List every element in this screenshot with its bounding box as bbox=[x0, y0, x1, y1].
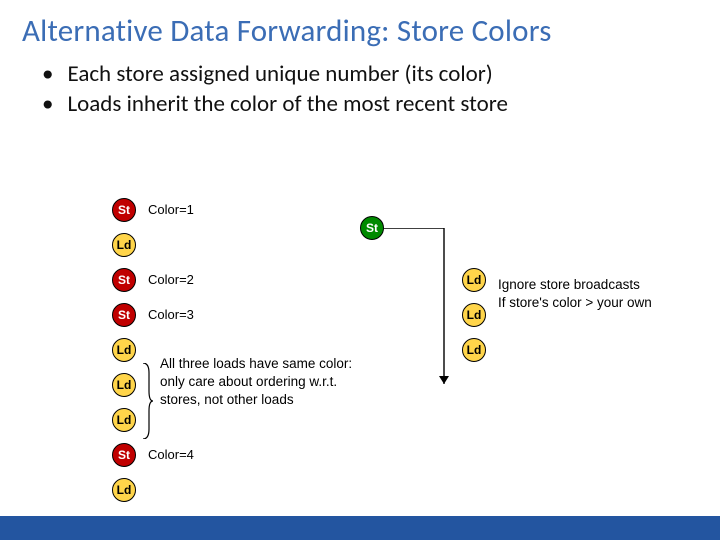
load-node: Ld bbox=[462, 303, 486, 327]
diagram-area: St Color=1 Ld St Color=2 St Color=3 Ld L… bbox=[0, 180, 720, 510]
bullet-item: Loads inherit the color of the most rece… bbox=[42, 90, 720, 118]
load-node: Ld bbox=[112, 338, 136, 362]
load-node: Ld bbox=[112, 408, 136, 432]
right-note: Ignore store broadcastsIf store's color … bbox=[498, 276, 652, 312]
store-node: St bbox=[112, 198, 136, 222]
page-title: Alternative Data Forwarding: Store Color… bbox=[0, 0, 720, 58]
load-node: Ld bbox=[112, 478, 136, 502]
store-node-green: St bbox=[360, 216, 384, 240]
load-node: Ld bbox=[462, 268, 486, 292]
bullet-list: Each store assigned unique number (its c… bbox=[0, 60, 720, 118]
load-node: Ld bbox=[462, 338, 486, 362]
footer-bar bbox=[0, 516, 720, 540]
color-label: Color=4 bbox=[148, 447, 194, 462]
store-node: St bbox=[112, 443, 136, 467]
load-node: Ld bbox=[112, 373, 136, 397]
store-node: St bbox=[112, 268, 136, 292]
load-node: Ld bbox=[112, 233, 136, 257]
brace-icon bbox=[141, 363, 153, 439]
bullet-item: Each store assigned unique number (its c… bbox=[42, 60, 720, 88]
color-label: Color=3 bbox=[148, 307, 194, 322]
brace-note: All three loads have same color:only car… bbox=[160, 355, 390, 410]
store-node: St bbox=[112, 303, 136, 327]
color-label: Color=1 bbox=[148, 202, 194, 217]
color-label: Color=2 bbox=[148, 272, 194, 287]
arrow-icon bbox=[384, 228, 462, 390]
